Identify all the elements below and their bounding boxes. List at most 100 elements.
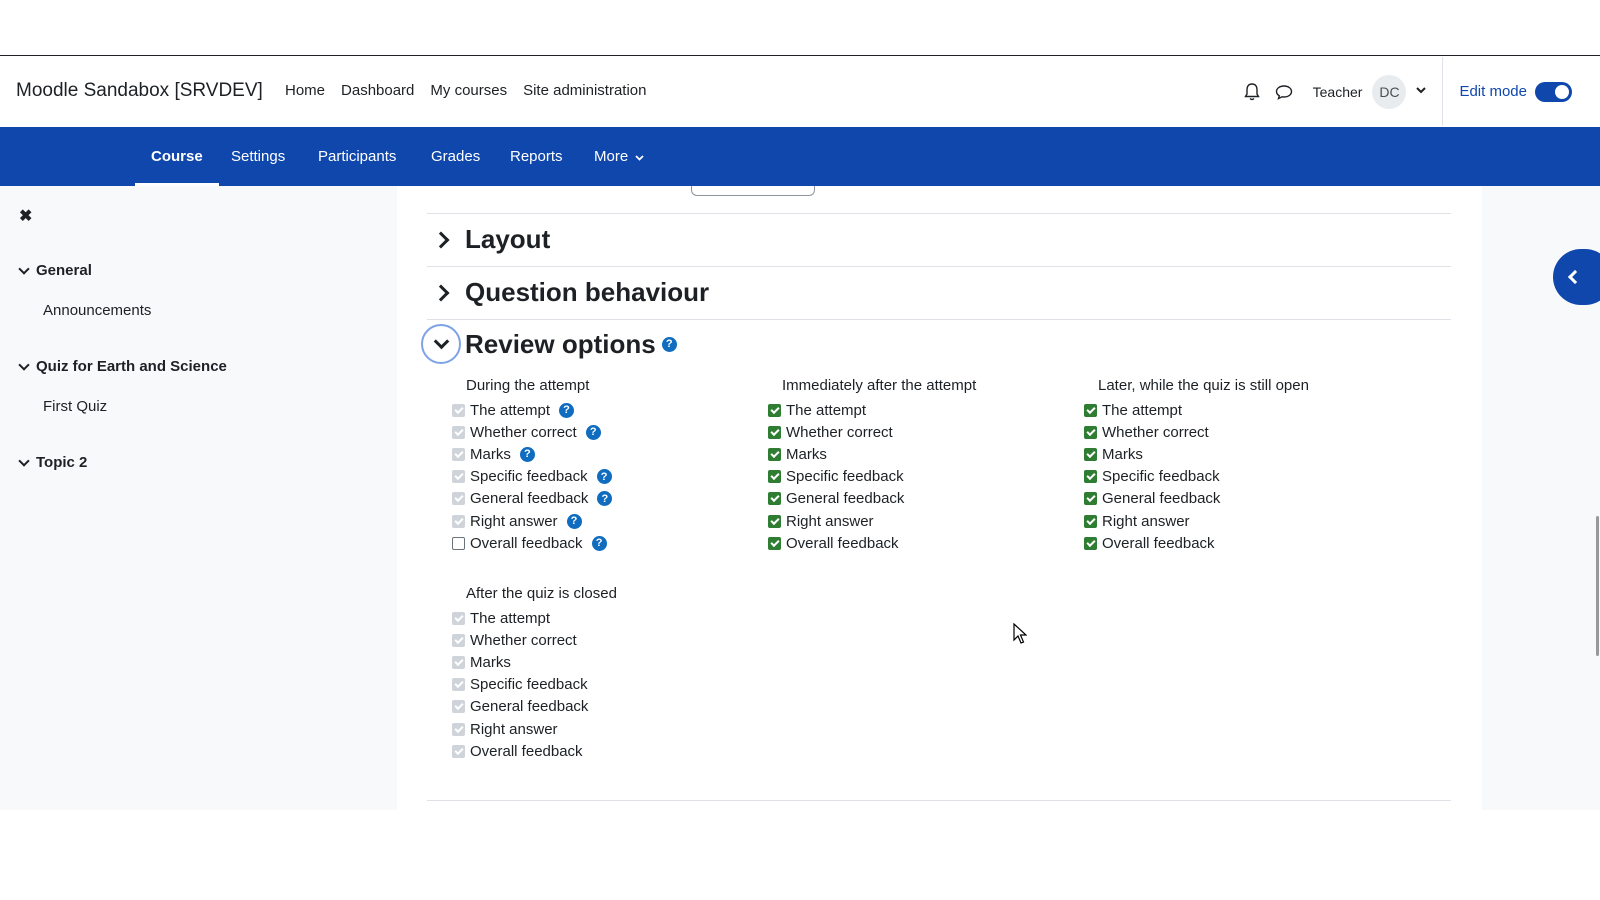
review-option-checkbox[interactable]: [1084, 514, 1097, 528]
tab-participants[interactable]: Participants: [318, 127, 396, 186]
review-option-label[interactable]: Overall feedback: [470, 743, 583, 760]
review-column-title: During the attempt: [466, 377, 590, 394]
review-option-checkbox[interactable]: [1084, 492, 1097, 506]
review-option-label[interactable]: General feedback: [786, 490, 904, 507]
help-icon[interactable]: ?: [585, 424, 601, 440]
review-option-label[interactable]: Whether correct: [470, 424, 577, 441]
drawer-section-quiz[interactable]: Quiz for Earth and Science: [18, 358, 227, 375]
review-option-label[interactable]: The attempt: [1102, 402, 1182, 419]
bell-icon[interactable]: [1241, 81, 1263, 103]
nav-home[interactable]: Home: [285, 82, 325, 99]
review-option-label[interactable]: General feedback: [470, 698, 588, 715]
review-option-label[interactable]: Right answer: [786, 513, 874, 530]
nav-my-courses[interactable]: My courses: [430, 82, 507, 99]
review-option-label[interactable]: Specific feedback: [786, 468, 904, 485]
review-option-label[interactable]: General feedback: [470, 490, 588, 507]
close-icon[interactable]: ✖: [19, 206, 32, 226]
avatar[interactable]: DC: [1372, 74, 1407, 109]
nav-site-administration[interactable]: Site administration: [523, 82, 646, 99]
chevron-right-icon[interactable]: [427, 226, 455, 254]
review-option-label[interactable]: Whether correct: [1102, 424, 1209, 441]
review-option-checkbox[interactable]: [1084, 403, 1097, 417]
drawer-item-announcements[interactable]: Announcements: [43, 302, 151, 319]
review-option-label[interactable]: The attempt: [786, 402, 866, 419]
help-icon[interactable]: ?: [566, 513, 582, 529]
review-option-checkbox[interactable]: [1084, 536, 1097, 550]
review-option-label[interactable]: Marks: [786, 446, 827, 463]
help-icon[interactable]: ?: [597, 491, 613, 507]
chevron-down-icon[interactable]: [421, 324, 461, 364]
drawer-item-first-quiz[interactable]: First Quiz: [43, 398, 107, 415]
review-option-checkbox[interactable]: [1084, 425, 1097, 439]
help-icon[interactable]: ?: [519, 446, 535, 462]
message-icon[interactable]: [1273, 81, 1295, 103]
review-option-label[interactable]: General feedback: [1102, 490, 1220, 507]
review-option-label[interactable]: Marks: [1102, 446, 1143, 463]
review-option-label[interactable]: Right answer: [1102, 513, 1190, 530]
review-option-label[interactable]: Right answer: [470, 721, 558, 738]
tab-course[interactable]: Course: [135, 127, 219, 186]
help-icon[interactable]: ?: [591, 535, 607, 551]
review-option-label[interactable]: The attempt: [470, 402, 550, 419]
chevron-right-icon[interactable]: [427, 279, 455, 307]
review-option-checkbox[interactable]: [768, 514, 781, 528]
review-column: Immediately after the attempt The attempt…: [768, 377, 976, 554]
help-icon[interactable]: ?: [661, 336, 677, 352]
chevron-down-icon[interactable]: [1416, 86, 1427, 97]
review-option-label[interactable]: Specific feedback: [470, 468, 588, 485]
review-option-label[interactable]: Right answer: [470, 513, 558, 530]
review-option-checkbox: [452, 470, 465, 484]
review-option-label[interactable]: Marks: [470, 446, 511, 463]
drawer-section-topic-2[interactable]: Topic 2: [18, 454, 88, 471]
help-icon[interactable]: ?: [596, 469, 612, 485]
review-option-label[interactable]: Overall feedback: [470, 535, 583, 552]
review-option-label[interactable]: Overall feedback: [786, 535, 899, 552]
section-question-behaviour-header[interactable]: Question behaviour: [427, 277, 709, 308]
review-option: Overall feedback: [768, 532, 976, 554]
review-option: Right answer: [768, 510, 976, 532]
review-option-checkbox[interactable]: [768, 447, 781, 461]
edit-mode-label[interactable]: Edit mode: [1459, 83, 1527, 100]
drawer-section-label: Topic 2: [36, 454, 88, 471]
review-option-checkbox[interactable]: [1084, 447, 1097, 461]
tab-grades[interactable]: Grades: [431, 127, 480, 186]
review-option-checkbox[interactable]: [1084, 470, 1097, 484]
review-option-label[interactable]: Whether correct: [470, 632, 577, 649]
tab-reports[interactable]: Reports: [510, 127, 563, 186]
review-option-label[interactable]: Overall feedback: [1102, 535, 1215, 552]
divider: [427, 319, 1451, 320]
divider: [427, 213, 1451, 214]
review-option-checkbox[interactable]: [768, 403, 781, 417]
review-option: Right answer: [452, 718, 617, 740]
tab-settings[interactable]: Settings: [231, 127, 285, 186]
review-column-title: After the quiz is closed: [466, 585, 617, 602]
review-option-label[interactable]: Whether correct: [786, 424, 893, 441]
review-column: During the attempt The attempt? Whether co…: [452, 377, 613, 554]
review-column: Later, while the quiz is still open The a…: [1084, 377, 1309, 554]
scrollbar[interactable]: [1596, 516, 1599, 656]
review-column: After the quiz is closed The attempt Wheth…: [452, 585, 617, 762]
review-option-checkbox[interactable]: [768, 425, 781, 439]
chevron-down-icon: [635, 155, 644, 161]
site-brand[interactable]: Moodle Sandabox [SRVDEV]: [16, 80, 263, 102]
previous-field-input[interactable]: [691, 186, 815, 196]
section-title-question-behaviour: Question behaviour: [465, 277, 710, 307]
review-option-label[interactable]: The attempt: [470, 610, 550, 627]
review-option: Whether correct: [768, 421, 976, 443]
tab-more[interactable]: More: [594, 127, 644, 186]
edit-mode-toggle[interactable]: [1535, 81, 1572, 102]
divider: [427, 266, 1451, 267]
nav-dashboard[interactable]: Dashboard: [341, 82, 414, 99]
review-option-checkbox[interactable]: [452, 536, 465, 550]
review-option-label[interactable]: Specific feedback: [470, 676, 588, 693]
drawer-section-general[interactable]: General: [18, 262, 92, 279]
help-icon[interactable]: ?: [559, 402, 575, 418]
review-option-checkbox[interactable]: [768, 470, 781, 484]
section-review-options-header[interactable]: Review options ?: [421, 324, 677, 364]
section-layout-header[interactable]: Layout: [427, 224, 550, 255]
review-option-label[interactable]: Marks: [470, 654, 511, 671]
open-block-drawer-button[interactable]: [1553, 249, 1600, 305]
review-option-checkbox[interactable]: [768, 492, 781, 506]
review-option-checkbox[interactable]: [768, 536, 781, 550]
review-option-label[interactable]: Specific feedback: [1102, 468, 1220, 485]
